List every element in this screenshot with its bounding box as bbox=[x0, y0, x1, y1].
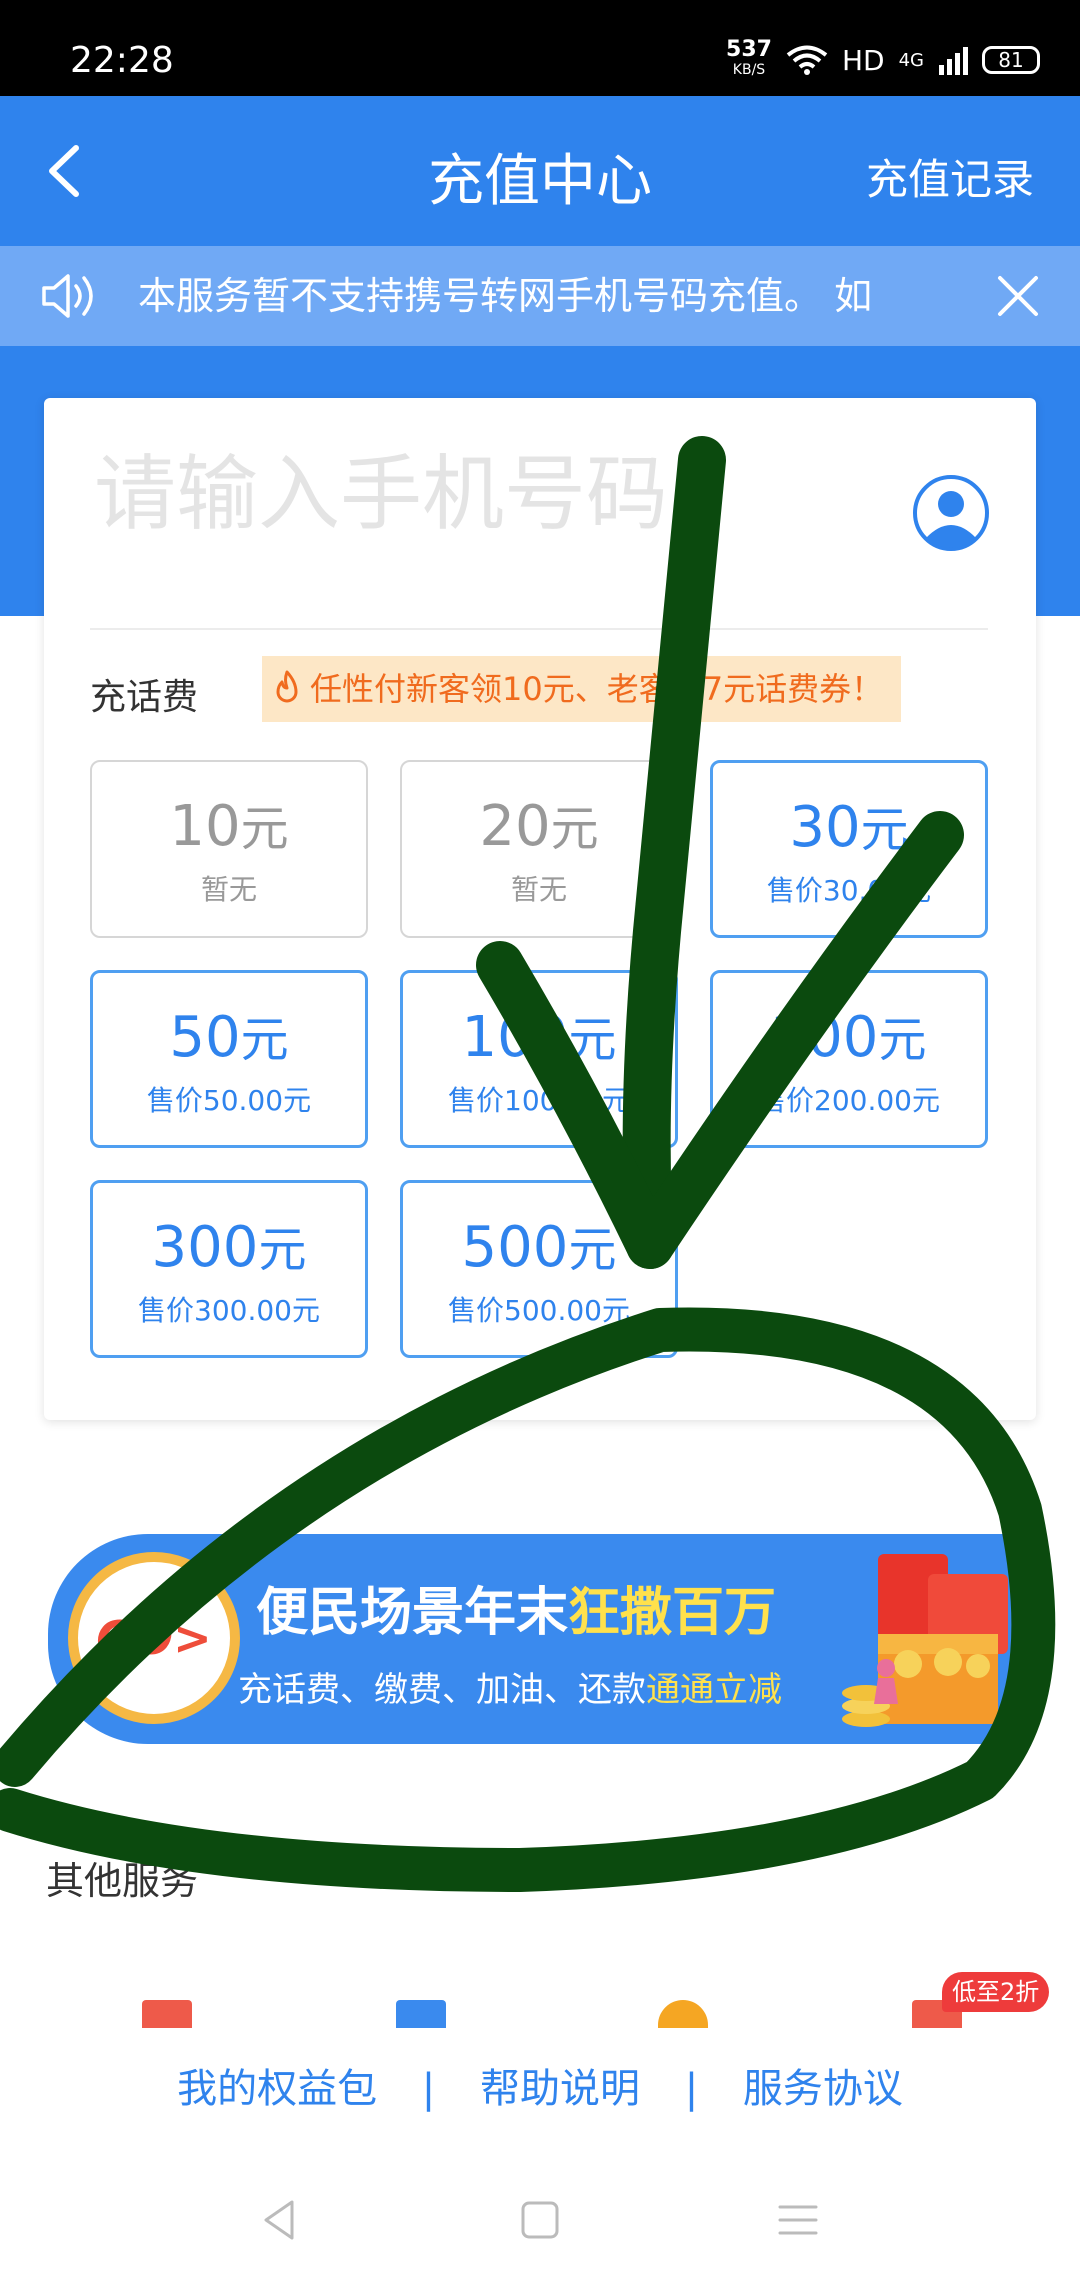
network-type: 4G bbox=[898, 49, 924, 71]
promo-text: 任性付新客领10元、老客领7元话费券！ bbox=[310, 670, 884, 708]
notice-bar: 本服务暂不支持携号转网手机号码充值。 如 bbox=[0, 246, 1080, 346]
amount-tile-200[interactable]: 200元 售价200.00元 bbox=[710, 970, 988, 1148]
status-time: 22:28 bbox=[70, 40, 174, 81]
tile-price: 售价500.00元 bbox=[448, 1294, 630, 1327]
tile-amount: 200元 bbox=[713, 1003, 985, 1075]
network-speed: 537 KB/S bbox=[726, 37, 772, 80]
amount-tile-50[interactable]: 50元 售价50.00元 bbox=[90, 970, 368, 1148]
service-icon-2[interactable] bbox=[396, 2000, 446, 2028]
nav-home-icon[interactable] bbox=[510, 2190, 570, 2250]
contacts-icon[interactable] bbox=[912, 474, 990, 552]
footer-links: 我的权益包 | 帮助说明 | 服务协议 bbox=[0, 2056, 1080, 2116]
banner-subtitle-main: 充话费、缴费、加油、还款 bbox=[238, 1670, 646, 1710]
status-icons: 537 KB/S HD 4G 81 bbox=[726, 37, 1040, 80]
other-services-title: 其他服务 bbox=[46, 1859, 199, 1903]
status-bar: 22:28 537 KB/S HD 4G 81 bbox=[0, 0, 1080, 96]
recharge-card: 充话费 任性付新客领10元、老客领7元话费券！ 10元 暂无 20元 暂无 30… bbox=[44, 398, 1036, 1420]
system-nav-bar bbox=[0, 2150, 1080, 2280]
tile-amount: 30元 bbox=[713, 793, 985, 865]
recharge-history-link[interactable]: 充值记录 bbox=[866, 146, 1034, 207]
tile-price: 售价50.00元 bbox=[146, 1084, 312, 1117]
amount-tile-500[interactable]: 500元 售价500.00元 bbox=[400, 1180, 678, 1358]
tile-amount: 100元 bbox=[403, 1003, 675, 1075]
wifi-icon bbox=[786, 45, 828, 75]
divider bbox=[90, 628, 988, 630]
banner-title: 便民场景年末狂撒百万 bbox=[256, 1570, 776, 1645]
banner-title-main: 便民场景年末 bbox=[256, 1582, 569, 1643]
service-icon-1[interactable] bbox=[142, 2000, 192, 2028]
tile-amount-value: 20 bbox=[479, 794, 551, 859]
help-link[interactable]: 帮助说明 bbox=[480, 2056, 640, 2114]
tile-amount-value: 300 bbox=[151, 1215, 259, 1280]
tile-amount-unit: 元 bbox=[568, 1012, 617, 1068]
tile-amount-unit: 元 bbox=[568, 1222, 617, 1278]
tile-amount-value: 100 bbox=[461, 1005, 569, 1070]
hd-indicator: HD bbox=[841, 43, 885, 77]
tile-amount-value: 10 bbox=[169, 794, 241, 859]
tile-amount-unit: 元 bbox=[550, 801, 599, 857]
amount-tile-30[interactable]: 30元 售价30.00元 bbox=[710, 760, 988, 938]
tile-amount-unit: 元 bbox=[878, 1012, 927, 1068]
amount-tile-10[interactable]: 10元 暂无 bbox=[90, 760, 368, 938]
promo-banner[interactable]: 任性付新客领10元、老客领7元话费券！ bbox=[262, 656, 902, 722]
close-icon[interactable] bbox=[992, 270, 1044, 322]
amount-tile-300[interactable]: 300元 售价300.00元 bbox=[90, 1180, 368, 1358]
tile-price: 售价100.00元 bbox=[448, 1084, 630, 1117]
phone-number-input[interactable] bbox=[92, 438, 916, 550]
footer-separator: | bbox=[421, 2066, 436, 2112]
promotion-banner[interactable]: GO> 便民场景年末狂撒百万 充话费、缴费、加油、还款通通立减 bbox=[48, 1534, 1028, 1744]
go-badge: GO> bbox=[68, 1552, 240, 1724]
gift-box-icon bbox=[842, 1554, 1008, 1727]
banner-title-highlight: 狂撒百万 bbox=[568, 1582, 777, 1643]
tile-amount-unit: 元 bbox=[240, 801, 289, 857]
tile-price: 暂无 bbox=[510, 873, 567, 906]
nav-back-icon[interactable] bbox=[252, 2190, 312, 2250]
discount-badge: 低至2折 bbox=[942, 1972, 1050, 2012]
tile-amount-unit: 元 bbox=[860, 802, 909, 858]
tile-amount: 50元 bbox=[93, 1003, 365, 1075]
tile-amount-unit: 元 bbox=[258, 1222, 307, 1278]
notice-text: 本服务暂不支持携号转网手机号码充值。 如 bbox=[138, 274, 873, 318]
nav-menu-icon[interactable] bbox=[768, 2190, 828, 2250]
service-icon-3[interactable] bbox=[658, 2000, 708, 2028]
tile-amount-value: 200 bbox=[771, 1005, 879, 1070]
flame-icon bbox=[276, 670, 298, 703]
tile-price: 暂无 bbox=[200, 873, 257, 906]
tile-amount-value: 30 bbox=[789, 795, 861, 860]
service-agreement-link[interactable]: 服务协议 bbox=[743, 2056, 903, 2114]
amount-tile-100[interactable]: 100元 售价100.00元 bbox=[400, 970, 678, 1148]
tile-amount-value: 50 bbox=[169, 1005, 241, 1070]
battery-icon: 81 bbox=[982, 46, 1040, 74]
speaker-icon bbox=[42, 274, 93, 318]
signal-icon bbox=[939, 47, 968, 75]
banner-subtitle-highlight: 通通立减 bbox=[646, 1670, 782, 1710]
app-header: 充值中心 充值记录 bbox=[0, 96, 1080, 246]
banner-subtitle: 充话费、缴费、加油、还款通通立减 bbox=[238, 1662, 782, 1711]
network-speed-unit: KB/S bbox=[732, 62, 766, 78]
tile-amount: 20元 bbox=[402, 792, 676, 864]
battery-level: 81 bbox=[998, 48, 1024, 72]
amount-tile-20[interactable]: 20元 暂无 bbox=[400, 760, 678, 938]
tile-amount: 300元 bbox=[93, 1213, 365, 1285]
tile-price: 售价300.00元 bbox=[138, 1294, 320, 1327]
tile-amount: 500元 bbox=[403, 1213, 675, 1285]
my-benefits-link[interactable]: 我的权益包 bbox=[177, 2056, 377, 2114]
tile-amount-unit: 元 bbox=[240, 1012, 289, 1068]
footer-separator: | bbox=[684, 2066, 699, 2112]
tile-amount: 10元 bbox=[92, 792, 366, 864]
network-speed-value: 537 bbox=[726, 37, 772, 62]
tile-price: 售价30.00元 bbox=[766, 874, 932, 907]
section-label-topup: 充话费 bbox=[90, 677, 199, 718]
tile-amount-value: 500 bbox=[461, 1215, 569, 1280]
tile-price: 售价200.00元 bbox=[758, 1084, 940, 1117]
